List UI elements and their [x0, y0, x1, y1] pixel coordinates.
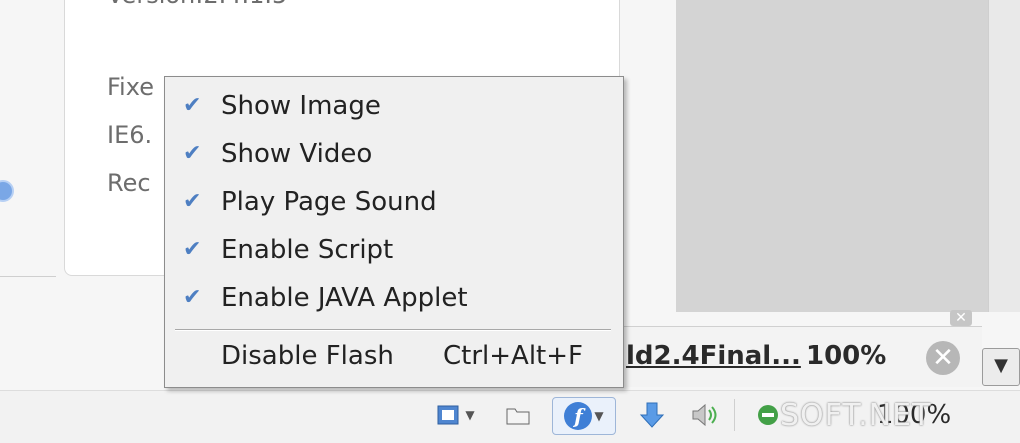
version-text: Version:2.4.1.5: [107, 0, 287, 9]
download-filename-link[interactable]: ld2.4Final...: [626, 341, 801, 371]
sound-button[interactable]: [684, 397, 724, 433]
browser-icon: [754, 401, 782, 429]
download-percent: 100%: [806, 341, 887, 371]
flash-icon: f: [564, 402, 593, 430]
menu-item-label: Disable Flash: [221, 341, 394, 371]
menu-item-label: Play Page Sound: [221, 187, 437, 217]
menu-item-disable-flash[interactable]: Disable Flash Ctrl+Alt+F: [165, 335, 623, 379]
watermark: SOFT.NET: [780, 398, 932, 433]
download-bar: ld2.4Final... 100% ✕: [620, 326, 982, 387]
vertical-scrollbar[interactable]: [988, 0, 1020, 312]
check-icon: ✔: [183, 285, 202, 310]
window-icon: [435, 401, 463, 429]
chevron-down-icon[interactable]: ▼: [982, 348, 1020, 386]
download-button[interactable]: [632, 397, 672, 433]
flash-context-menu: ✔ Show Image ✔ Show Video ✔ Play Page So…: [164, 76, 624, 388]
folder-icon: [504, 401, 532, 429]
card-text-line-1: Fixe: [107, 73, 154, 101]
left-divider: [0, 276, 56, 277]
menu-item-show-image[interactable]: ✔ Show Image: [165, 85, 623, 129]
check-icon: ✔: [183, 189, 202, 214]
speaker-icon: [690, 401, 718, 429]
menu-item-show-video[interactable]: ✔ Show Video: [165, 133, 623, 177]
menu-separator: [175, 329, 611, 331]
flash-settings-button[interactable]: f ▼: [552, 397, 616, 435]
menu-item-label: Show Image: [221, 91, 381, 121]
check-icon: ✔: [183, 93, 202, 118]
menu-item-enable-java-applet[interactable]: ✔ Enable JAVA Applet: [165, 277, 623, 321]
card-text-line-2: IE6.: [107, 121, 153, 149]
right-gray-pane: [676, 0, 1020, 312]
dropdown-arrow-icon: ▼: [465, 408, 475, 422]
menu-item-enable-script[interactable]: ✔ Enable Script: [165, 229, 623, 273]
menu-item-label: Enable Script: [221, 235, 394, 265]
menu-item-label: Show Video: [221, 139, 373, 169]
window-mode-button[interactable]: ▼: [428, 397, 482, 433]
menu-item-play-page-sound[interactable]: ✔ Play Page Sound: [165, 181, 623, 225]
card-text-line-3: Rec: [107, 169, 151, 197]
menu-item-label: Enable JAVA Applet: [221, 283, 468, 313]
status-separator: [734, 399, 735, 431]
download-bar-close-icon[interactable]: ✕: [950, 310, 972, 326]
download-arrow-icon: [638, 401, 666, 429]
folder-button[interactable]: [496, 397, 540, 433]
check-icon: ✔: [183, 237, 202, 262]
menu-shortcut: Ctrl+Alt+F: [443, 341, 583, 371]
check-icon: ✔: [183, 141, 202, 166]
download-cancel-icon[interactable]: ✕: [926, 341, 960, 375]
dropdown-arrow-icon: ▼: [594, 409, 604, 423]
